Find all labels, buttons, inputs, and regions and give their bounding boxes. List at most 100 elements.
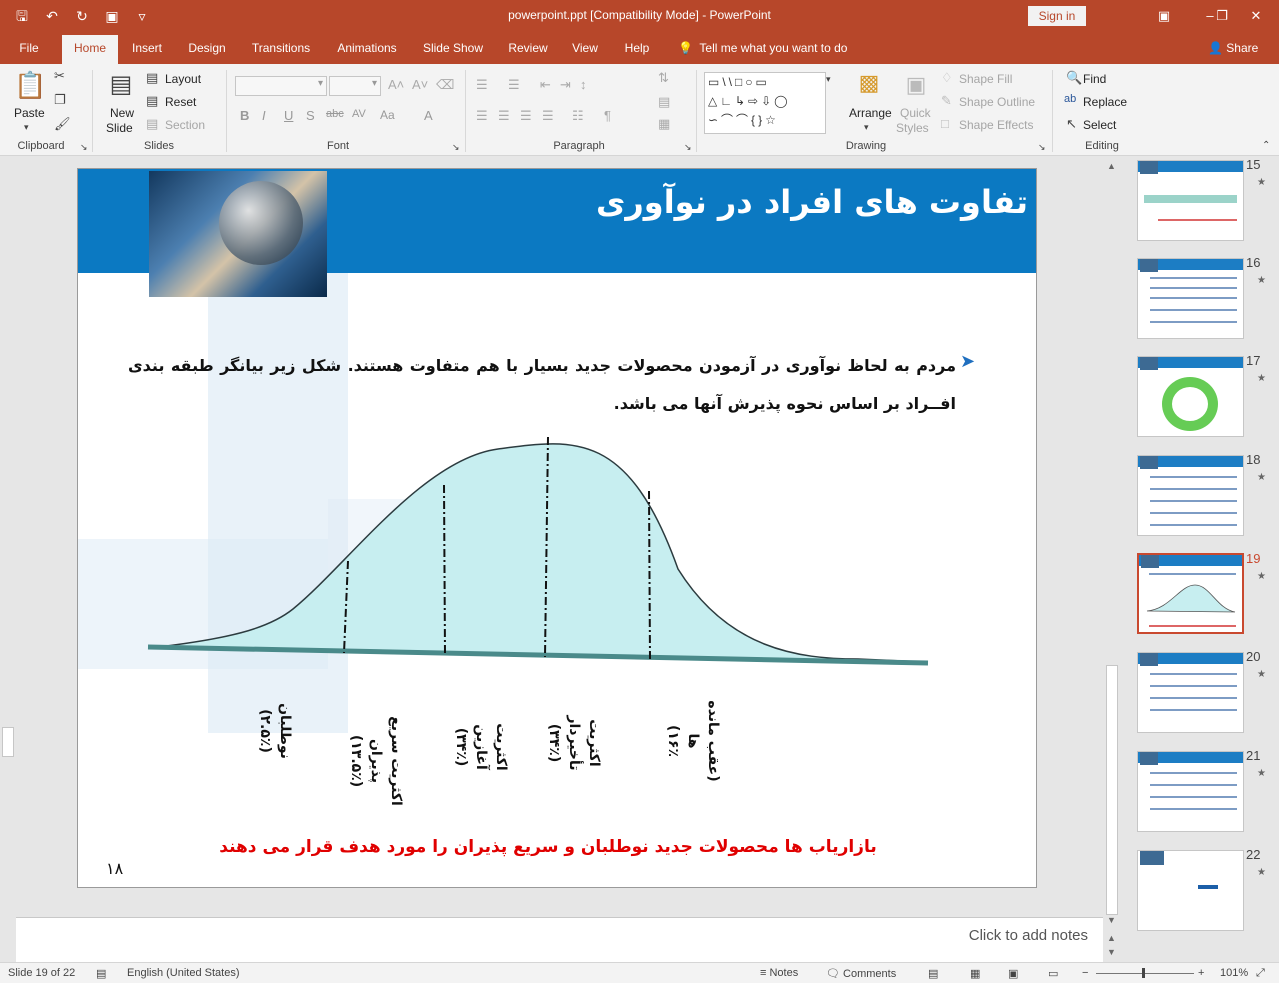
slide-thumbnail[interactable]	[1137, 850, 1244, 931]
tab-transitions[interactable]: Transitions	[246, 32, 316, 64]
paste-dropdown-icon[interactable]: ▾	[24, 122, 29, 133]
align-right-icon[interactable]: ☰	[520, 108, 532, 124]
reading-view-icon[interactable]: ▣	[1008, 967, 1018, 980]
editor-scrollbar-thumb[interactable]	[1106, 665, 1118, 915]
slide-thumbnail[interactable]	[1137, 652, 1244, 733]
replace-button[interactable]: Replace	[1083, 95, 1127, 109]
zoom-slider-handle[interactable]	[1142, 968, 1145, 978]
clear-formatting-icon[interactable]: ⌫	[436, 77, 454, 93]
underline-icon[interactable]: U	[284, 108, 293, 123]
select-button[interactable]: Select	[1083, 118, 1116, 132]
fit-to-window-icon[interactable]: ⤢	[1256, 967, 1265, 980]
paste-button[interactable]: Paste	[14, 106, 45, 120]
align-text-icon[interactable]: ▤	[658, 94, 670, 110]
share-button[interactable]: 👤 Share	[1208, 32, 1258, 64]
slide-thumbnail[interactable]	[1137, 258, 1244, 339]
layout-icon[interactable]: ▤	[146, 70, 158, 86]
tell-me-box[interactable]: 💡 Tell me what you want to do	[678, 32, 847, 64]
text-shadow-icon[interactable]: S	[306, 108, 315, 123]
decrease-font-icon[interactable]: A˅	[412, 77, 428, 92]
scroll-down-icon[interactable]: ▼	[1107, 915, 1116, 925]
editor-scrollbar[interactable]: ▲ ▼ ▲ ▼	[1104, 157, 1120, 962]
normal-view-icon[interactable]: ▤	[928, 967, 938, 980]
slide-thumbnail[interactable]	[1137, 751, 1244, 832]
shape-fill-icon[interactable]: ♢	[941, 70, 953, 86]
tab-home[interactable]: Home	[62, 35, 118, 64]
slide-thumbnail-selected[interactable]	[1137, 553, 1244, 634]
new-slide-label-1[interactable]: New	[110, 106, 134, 120]
paragraph-launcher-icon[interactable]: ↘	[684, 142, 692, 153]
language-indicator[interactable]: English (United States)	[127, 967, 240, 979]
quick-styles-label-1[interactable]: Quick	[900, 106, 931, 120]
font-launcher-icon[interactable]: ↘	[452, 142, 460, 153]
character-spacing-icon[interactable]: AV	[352, 108, 366, 120]
select-icon[interactable]: ↖	[1066, 116, 1077, 132]
shape-effects-icon[interactable]: □	[941, 116, 949, 131]
tab-animations[interactable]: Animations	[330, 32, 404, 64]
change-case-icon[interactable]: Aa	[380, 108, 395, 122]
paste-icon[interactable]: 📋	[14, 70, 46, 102]
find-icon[interactable]: 🔍	[1066, 70, 1082, 86]
slide-thumbnail[interactable]	[1137, 356, 1244, 437]
replace-icon[interactable]: ab	[1064, 93, 1076, 105]
font-size-combo[interactable]: ▾	[329, 76, 381, 96]
collapse-ribbon-icon[interactable]: ⌃	[1262, 140, 1270, 151]
shape-outline-button[interactable]: Shape Outline	[959, 95, 1035, 109]
left-scrollbar-thumb[interactable]	[2, 727, 14, 757]
shapes-more-icon[interactable]: ▾	[826, 74, 831, 85]
slide-sorter-icon[interactable]: ▦	[970, 967, 980, 980]
layout-button[interactable]: Layout	[165, 72, 201, 86]
tab-design[interactable]: Design	[182, 32, 232, 64]
slide-canvas[interactable]: تفاوت های افراد در نوآوری ➤ مردم به لحاظ…	[77, 168, 1037, 888]
clipboard-launcher-icon[interactable]: ↘	[80, 142, 88, 153]
numbering-icon[interactable]: ☰	[508, 77, 520, 93]
tab-help[interactable]: Help	[618, 32, 656, 64]
spelling-icon[interactable]: ▤	[96, 967, 106, 980]
shapes-gallery[interactable]: ▭\\□○▭ △∟↳⇨⇩◯ ∽⌒⌒{}☆	[704, 72, 826, 134]
restore-icon[interactable]: ❐	[1210, 0, 1234, 32]
quick-styles-label-2[interactable]: Styles	[896, 121, 929, 135]
next-slide-icon[interactable]: ▼	[1107, 947, 1116, 957]
notes-pane[interactable]: Click to add notes	[16, 917, 1103, 962]
align-left-icon[interactable]: ☰	[476, 108, 488, 124]
slide-thumbnail[interactable]	[1137, 455, 1244, 536]
zoom-slider[interactable]	[1096, 973, 1194, 974]
cut-icon[interactable]: ✂	[54, 68, 65, 84]
zoom-out-icon[interactable]: −	[1082, 967, 1088, 979]
ribbon-display-options-icon[interactable]: ▣	[1141, 0, 1187, 32]
tab-slide-show[interactable]: Slide Show	[418, 32, 488, 64]
bullets-icon[interactable]: ☰	[476, 77, 488, 93]
rtl-icon[interactable]: ¶	[604, 108, 611, 123]
justify-icon[interactable]: ☰	[542, 108, 554, 124]
line-spacing-icon[interactable]: ↕	[580, 77, 587, 92]
comments-toggle[interactable]: 🗨 Comments	[826, 967, 896, 980]
zoom-level[interactable]: 101%	[1220, 967, 1248, 979]
shape-outline-icon[interactable]: ✎	[941, 93, 952, 109]
previous-slide-icon[interactable]: ▲	[1107, 933, 1116, 943]
notes-toggle[interactable]: ≡ Notes	[760, 967, 798, 979]
italic-icon[interactable]: I	[262, 108, 266, 123]
slideshow-view-icon[interactable]: ▭	[1048, 967, 1058, 980]
arrange-icon[interactable]: ▩	[854, 70, 884, 96]
section-button[interactable]: Section	[165, 118, 205, 132]
arrange-dropdown-icon[interactable]: ▾	[864, 122, 869, 133]
drawing-launcher-icon[interactable]: ↘	[1038, 142, 1046, 153]
reset-button[interactable]: Reset	[165, 95, 196, 109]
scroll-up-icon[interactable]: ▲	[1107, 161, 1116, 171]
slide-footer-text[interactable]: بازاریاب ها محصولات جدید نوطلبان و سریع …	[178, 837, 918, 857]
reset-icon[interactable]: ▤	[146, 93, 158, 109]
new-slide-icon[interactable]: ▤	[106, 70, 136, 100]
find-button[interactable]: Find	[1083, 72, 1106, 86]
sign-in-button[interactable]: Sign in	[1028, 6, 1086, 26]
arrange-button[interactable]: Arrange	[849, 106, 892, 120]
new-slide-label-2[interactable]: Slide	[106, 121, 133, 135]
tab-file[interactable]: File	[8, 32, 50, 64]
increase-font-icon[interactable]: A˄	[388, 77, 404, 92]
text-direction-icon[interactable]: ⇅	[658, 70, 669, 86]
close-icon[interactable]: ✕	[1233, 0, 1279, 32]
bold-icon[interactable]: B	[240, 108, 249, 123]
strikethrough-icon[interactable]: abc	[326, 108, 344, 120]
slide-thumbnail[interactable]	[1137, 160, 1244, 241]
copy-icon[interactable]: ❐	[54, 92, 66, 108]
shape-fill-button[interactable]: Shape Fill	[959, 72, 1012, 86]
